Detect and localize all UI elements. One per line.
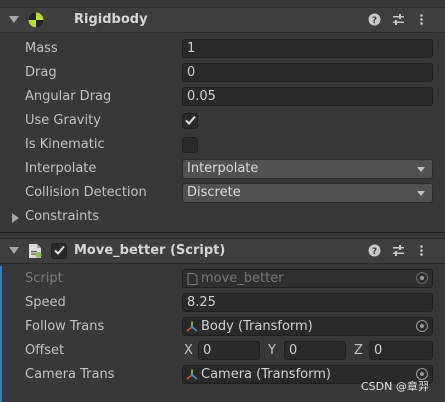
script-label: Script [25, 271, 63, 286]
angular-drag-field[interactable]: 0.05 [182, 87, 433, 106]
script-field: move_better [182, 269, 433, 288]
rigidbody-title: Rigidbody [74, 12, 148, 27]
offset-z-field[interactable]: 0 [369, 341, 433, 360]
checkbox-check-icon [54, 245, 65, 255]
drag-row: Drag 0 [0, 61, 445, 85]
help-icon[interactable]: ? [367, 244, 381, 258]
object-picker-icon[interactable] [416, 320, 428, 332]
offset-label: Offset [25, 343, 65, 358]
preset-icon[interactable] [391, 13, 405, 27]
preset-icon[interactable] [391, 244, 405, 258]
script-value: move_better [201, 271, 284, 286]
rigidbody-header[interactable]: Rigidbody ? [0, 7, 445, 33]
collision-detection-value: Discrete [187, 185, 241, 200]
drag-label: Drag [25, 65, 57, 80]
collision-detection-row: Collision Detection Discrete [0, 181, 445, 205]
camera-trans-value: Camera (Transform) [201, 367, 331, 382]
offset-y-field[interactable]: 0 [284, 341, 346, 360]
offset-z-label: Z [354, 343, 363, 358]
object-picker-icon [416, 272, 428, 284]
component-divider [0, 232, 445, 233]
interpolate-dropdown[interactable]: Interpolate [182, 159, 433, 179]
offset-x-label: X [184, 343, 193, 358]
offset-row: Offset X 0 Y 0 Z 0 [0, 339, 445, 363]
use-gravity-checkbox[interactable] [182, 113, 198, 129]
is-kinematic-checkbox[interactable] [182, 137, 198, 153]
use-gravity-label: Use Gravity [25, 113, 101, 128]
speed-label: Speed [25, 295, 66, 310]
offset-y-label: Y [268, 343, 276, 358]
drag-field[interactable]: 0 [182, 63, 433, 82]
offset-x-field[interactable]: 0 [198, 341, 260, 360]
follow-trans-field[interactable]: Body (Transform) [182, 317, 433, 336]
foldout-arrow-icon[interactable] [9, 247, 19, 254]
camera-trans-label: Camera Trans [25, 367, 115, 382]
script-row: Script move_better [0, 267, 445, 291]
speed-field[interactable]: 8.25 [182, 293, 433, 312]
use-gravity-row: Use Gravity [0, 109, 445, 133]
speed-row: Speed 8.25 [0, 291, 445, 315]
follow-trans-label: Follow Trans [25, 319, 105, 334]
follow-trans-row: Follow Trans Body (Transform) [0, 315, 445, 339]
script-component-header[interactable]: Move_better (Script) ? [0, 238, 445, 264]
mass-row: Mass 1 [0, 37, 445, 61]
constraints-row[interactable]: Constraints [0, 205, 445, 229]
svg-text:?: ? [371, 16, 376, 26]
help-icon[interactable]: ? [367, 13, 381, 27]
watermark: CSDN @章羿 [361, 380, 429, 393]
is-kinematic-label: Is Kinematic [25, 137, 105, 152]
mass-field[interactable]: 1 [182, 39, 433, 58]
mass-label: Mass [25, 41, 58, 56]
script-enabled-checkbox[interactable] [51, 243, 67, 259]
interpolate-value: Interpolate [187, 161, 259, 176]
script-component-title: Move_better (Script) [74, 243, 226, 258]
follow-trans-value: Body (Transform) [201, 319, 313, 334]
script-icon [187, 273, 198, 285]
collision-detection-label: Collision Detection [25, 185, 147, 200]
constraints-label: Constraints [25, 209, 100, 224]
interpolate-label: Interpolate [25, 161, 97, 176]
collision-detection-dropdown[interactable]: Discrete [182, 183, 433, 203]
transform-icon [186, 321, 198, 332]
more-menu-icon[interactable] [414, 244, 428, 258]
interpolate-row: Interpolate Interpolate [0, 157, 445, 181]
chevron-down-icon [417, 191, 425, 196]
chevron-down-icon [417, 167, 425, 172]
foldout-arrow-icon[interactable] [9, 16, 19, 23]
angular-drag-row: Angular Drag 0.05 [0, 85, 445, 109]
more-menu-icon[interactable] [414, 13, 428, 27]
checkbox-check-icon [185, 115, 196, 125]
transform-icon [186, 369, 198, 380]
script-icon [29, 244, 42, 258]
is-kinematic-row: Is Kinematic [0, 133, 445, 157]
foldout-arrow-icon[interactable] [12, 213, 19, 223]
svg-text:?: ? [371, 247, 376, 257]
angular-drag-label: Angular Drag [25, 89, 112, 104]
rigidbody-icon [28, 12, 44, 28]
